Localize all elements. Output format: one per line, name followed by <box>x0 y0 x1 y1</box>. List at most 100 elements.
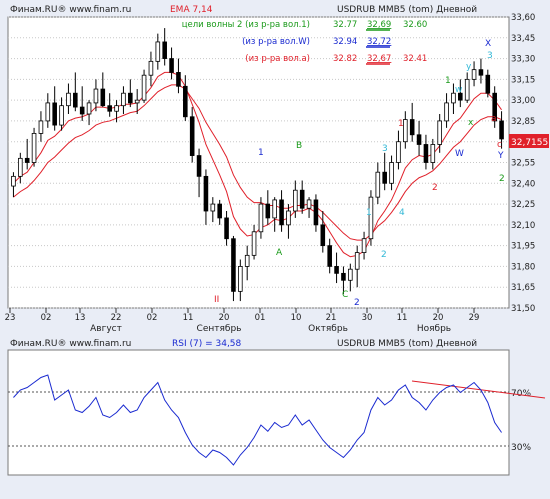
candle-body <box>148 60 154 76</box>
candle-body <box>155 41 161 62</box>
candle-body <box>196 155 202 177</box>
candle-body <box>286 210 291 226</box>
wave-table-label: цели волны 2 (из р-ра вол.1) <box>182 20 310 30</box>
current-price-label: 32,7155 <box>511 138 548 148</box>
candle-body <box>299 189 305 209</box>
bottom-instrument-label: USDRUB MMB5 (tom) Дневной <box>337 339 477 349</box>
wave-label: x <box>468 118 474 128</box>
wave-table-value-2: 32,67 <box>367 54 391 64</box>
candle-body <box>403 119 408 143</box>
candle-body <box>141 74 147 101</box>
candle-body <box>251 231 257 256</box>
wave-label: y <box>466 62 472 72</box>
wave-label: X <box>485 39 491 49</box>
date-tick-label: 11 <box>397 313 408 323</box>
month-label: Ноябрь <box>417 324 451 334</box>
chart-svg: 33,6033,4533,3033,1533,0032,8532,7032,55… <box>5 5 549 476</box>
candle-body <box>162 41 167 59</box>
candle-body <box>272 199 277 219</box>
wave-label: 2 <box>432 183 438 193</box>
candle-body <box>437 120 442 145</box>
candle-body <box>107 105 112 112</box>
date-tick-label: 13 <box>75 313 86 323</box>
candle-body <box>86 102 92 115</box>
bottom-source-label: Финам.RU® www.finam.ru <box>10 339 131 349</box>
wave-table-value-1: 32.94 <box>333 37 357 47</box>
date-tick-label: 23 <box>5 313 16 323</box>
candle-body <box>45 102 51 122</box>
candle-body <box>121 92 126 107</box>
candle-body <box>66 92 71 107</box>
date-tick-label: 30 <box>362 313 373 323</box>
price-tick-label: 33,00 <box>511 96 535 106</box>
candle-body <box>59 105 64 126</box>
candle-body <box>210 203 216 212</box>
date-tick-label: 21 <box>326 313 337 323</box>
candle-body <box>423 144 429 163</box>
candle-body <box>471 69 477 80</box>
candle-body <box>203 175 209 212</box>
candle-body <box>375 171 381 198</box>
candle-body <box>38 120 44 134</box>
candle-body <box>396 141 401 163</box>
candle-body <box>11 175 16 187</box>
wave-label: 1 <box>398 119 404 129</box>
top-source-label: Финам.RU® www.finam.ru <box>10 5 131 15</box>
wave-label: 1 <box>258 148 264 158</box>
candle-body <box>306 199 312 209</box>
candle-body <box>499 120 504 140</box>
wave-label: 2 <box>499 174 505 184</box>
wave-label: W <box>455 149 464 159</box>
price-axis-labels: 33,6033,4533,3033,1533,0032,8532,7032,55… <box>511 13 535 314</box>
wave-table-label: (из р-ра вол.W) <box>242 37 310 47</box>
date-tick-label: 22 <box>111 313 122 323</box>
candle-body <box>128 92 133 104</box>
wave-label: 1 <box>445 76 451 86</box>
candle-body <box>265 203 271 219</box>
candle-body <box>334 266 339 274</box>
candle-body <box>231 238 236 292</box>
price-tick-label: 32,55 <box>511 159 535 169</box>
wave-table-value-3: 32.41 <box>403 54 427 64</box>
candle-body <box>114 105 119 112</box>
candle-body <box>478 69 484 76</box>
bottom-indicator-label: RSI (7) = 34,58 <box>172 339 242 349</box>
wave-label: 3 <box>487 51 493 61</box>
candle-body <box>389 162 394 184</box>
price-tick-label: 33,30 <box>511 55 535 65</box>
candle-body <box>224 217 229 240</box>
candle-body <box>327 245 332 267</box>
candle-body <box>176 72 181 87</box>
date-tick-label: 02 <box>41 313 52 323</box>
candle-body <box>100 88 106 107</box>
month-label: Октябрь <box>308 324 348 334</box>
candle-body <box>464 78 470 101</box>
wave-label: 2 <box>354 298 360 308</box>
candle-body <box>244 254 250 267</box>
candle-body <box>31 132 37 163</box>
candle-body <box>18 157 23 177</box>
wave-label: w <box>455 85 462 95</box>
date-tick-label: 10 <box>291 313 302 323</box>
candle-body <box>320 224 326 247</box>
date-tick-label: 02 <box>147 313 158 323</box>
candle-body <box>293 189 298 212</box>
candle-body <box>24 157 30 163</box>
top-indicator-label: EMA 7,14 <box>170 5 213 15</box>
candle-body <box>217 203 222 219</box>
date-axis: 23 02 13 22 02 11 20 01 10 21 30 11 20 29 Август Сентяб… <box>5 308 479 334</box>
candle-body <box>134 99 140 104</box>
candle-body <box>238 266 243 292</box>
price-tick-label: 31,50 <box>511 304 535 314</box>
candle-body <box>341 272 346 281</box>
candle-body <box>183 85 188 118</box>
candle-body <box>258 203 264 233</box>
wave-table-value-1: 32.77 <box>333 20 357 30</box>
candle-body <box>354 252 360 270</box>
wave-label: a <box>491 114 497 124</box>
candle-body <box>169 58 174 73</box>
price-tick-label: 31,95 <box>511 242 535 252</box>
wave-label: 1 <box>366 208 372 218</box>
date-tick-label: 01 <box>255 313 266 323</box>
candle-body <box>430 144 436 163</box>
